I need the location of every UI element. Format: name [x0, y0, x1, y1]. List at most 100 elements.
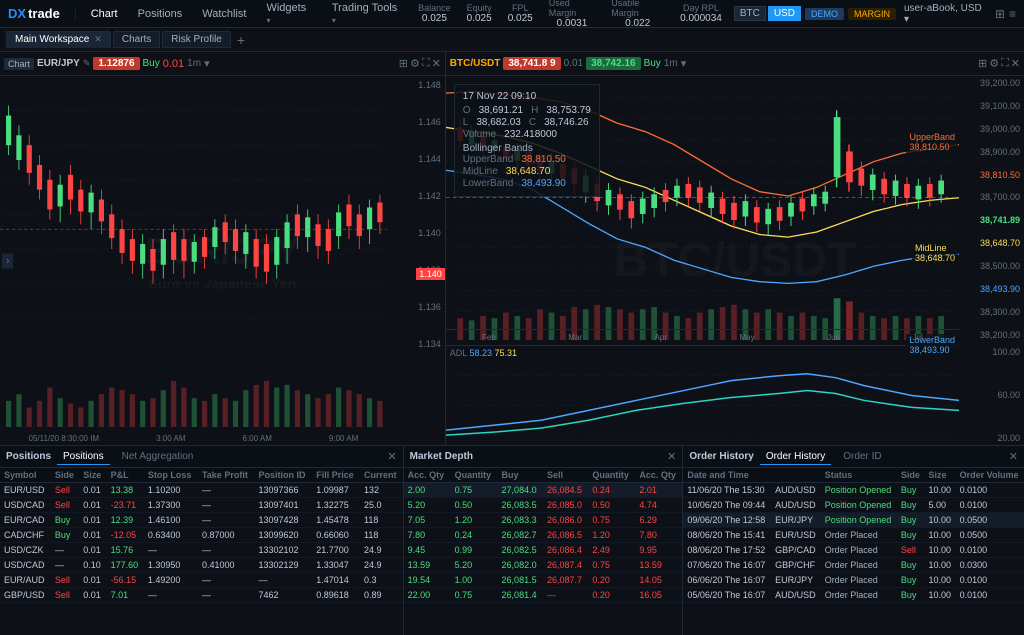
- table-row[interactable]: 19.54 1.00 26,081.5 26,087.7 0.20 14.05: [404, 573, 683, 588]
- currency-btc[interactable]: BTC: [734, 6, 766, 21]
- bottom-panels: Positions Positions Net Aggregation ✕ Sy…: [0, 445, 1024, 635]
- md-col-acc-qty: Acc. Qty: [404, 468, 451, 483]
- nav-chart[interactable]: Chart: [83, 6, 126, 22]
- table-row[interactable]: CAD/CHF Buy 0.01 -12.05 0.63400 0.87000 …: [0, 528, 403, 543]
- adl-price-axis: 100.00 60.00 20.00: [959, 345, 1024, 445]
- table-row[interactable]: GBP/USD Sell 0.01 7.01 — — 7462 0.89618 …: [0, 588, 403, 603]
- table-row[interactable]: 08/06/20 The 15:41 EUR/USD Order Placed …: [683, 528, 1024, 543]
- user-info[interactable]: user-aBook, USD ▾: [904, 3, 987, 25]
- nav-trading-tools[interactable]: Trading Tools ▾: [324, 0, 410, 28]
- tab-risk-profile[interactable]: Risk Profile: [162, 31, 231, 48]
- btcusdt-action[interactable]: Buy: [644, 58, 661, 69]
- currency-usd[interactable]: USD: [768, 6, 801, 21]
- logo: DXtrade: [8, 6, 60, 21]
- btc-settings-icon[interactable]: ⚙: [989, 57, 999, 70]
- col-stoploss: Stop Loss: [144, 468, 198, 483]
- table-row[interactable]: 7.80 0.24 26,082.7 26,086.5 1.20 7.80: [404, 528, 683, 543]
- table-row[interactable]: USD/CAD Sell 0.01 -23.71 1.37300 — 13097…: [0, 498, 403, 513]
- md-col-sell: Sell: [543, 468, 588, 483]
- table-row[interactable]: 11/06/20 The 15:30 AUD/USD Position Open…: [683, 483, 1024, 498]
- table-row[interactable]: 07/06/20 The 16:07 GBP/CHF Order Placed …: [683, 558, 1024, 573]
- tab-charts[interactable]: Charts: [113, 31, 160, 48]
- prev-candle-button[interactable]: ›: [2, 253, 13, 268]
- col-current: Current: [360, 468, 403, 483]
- tab-main-workspace[interactable]: Main Workspace ✕: [6, 31, 111, 48]
- positions-title: Positions: [6, 451, 51, 462]
- order-history-tab[interactable]: Order History: [760, 449, 831, 465]
- positions-tab[interactable]: Positions: [57, 449, 110, 465]
- col-size: Size: [79, 468, 106, 483]
- close-chart-icon[interactable]: ✕: [432, 57, 441, 70]
- eurjpy-chart-panel: Chart EUR/JPY ✎ 1.12876 Buy 0.01 1m ▾ ⊞ …: [0, 52, 446, 445]
- order-history-scroll[interactable]: Date and Time Status Side Size Order Vol…: [683, 468, 1024, 635]
- md-col-acc-qty2: Acc. Qty: [635, 468, 682, 483]
- col-pnl: P&L: [107, 468, 144, 483]
- market-depth-scroll[interactable]: Acc. Qty Quantity Buy Sell Quantity Acc.…: [404, 468, 683, 635]
- table-row[interactable]: 09/06/20 The 12:58 EUR/JPY Position Open…: [683, 513, 1024, 528]
- col-posid: Position ID: [254, 468, 312, 483]
- net-aggregation-tab[interactable]: Net Aggregation: [116, 449, 200, 464]
- table-row[interactable]: USD/CZK — 0.01 15.76 — — 13302102 21.770…: [0, 543, 403, 558]
- btc-expand-icon[interactable]: ⛶: [1001, 57, 1009, 70]
- btc-close-icon[interactable]: ✕: [1011, 57, 1020, 70]
- oh-col-side: Side: [897, 468, 925, 483]
- btc-draw-icon[interactable]: ⊞: [978, 57, 987, 70]
- oh-col-size: Size: [924, 468, 955, 483]
- currency-toggle[interactable]: BTC USD: [734, 6, 801, 21]
- table-row[interactable]: 05/06/20 The 16:07 AUD/USD Order Placed …: [683, 588, 1024, 603]
- market-depth-panel: Market Depth ✕ Acc. Qty Quantity Buy Sel…: [404, 446, 684, 635]
- order-history-close-button[interactable]: ✕: [1009, 450, 1018, 463]
- adl-svg: [446, 346, 959, 445]
- eurjpy-action[interactable]: Buy: [143, 58, 160, 69]
- stat-day-rpl: Day RPL 0.000034: [680, 3, 722, 24]
- table-row[interactable]: EUR/USD Sell 0.01 13.38 1.10200 — 130973…: [0, 483, 403, 498]
- market-depth-title: Market Depth: [410, 451, 473, 462]
- nav-positions[interactable]: Positions: [130, 6, 191, 22]
- positions-table-scroll[interactable]: Symbol Side Size P&L Stop Loss Take Prof…: [0, 468, 403, 635]
- table-row[interactable]: 08/06/20 The 17:52 GBP/CAD Order Placed …: [683, 543, 1024, 558]
- menu-icon[interactable]: ≡: [1009, 7, 1016, 21]
- grid-icon[interactable]: ⊞: [995, 7, 1005, 21]
- order-history-title: Order History: [689, 451, 753, 462]
- btcusdt-chart-body: 17 Nov 22 09:10 O38,691.21 H38,753.79 L3…: [446, 76, 1024, 445]
- nav-widgets[interactable]: Widgets ▾: [258, 0, 319, 28]
- main-charts-area: Chart EUR/JPY ✎ 1.12876 Buy 0.01 1m ▾ ⊞ …: [0, 52, 1024, 445]
- stat-equity: Equity 0.025: [467, 3, 492, 24]
- settings-icon[interactable]: ⚙: [410, 57, 420, 70]
- tab-bar: Main Workspace ✕ Charts Risk Profile +: [0, 28, 1024, 52]
- oh-col-volume: Order Volume: [956, 468, 1024, 483]
- table-row[interactable]: 2.00 0.75 27,084.0 26,084.5 0.24 2.01: [404, 483, 683, 498]
- table-row[interactable]: 22.00 0.75 26,081.4 — 0.20 16.05: [404, 588, 683, 603]
- btcusdt-price-badge: 38,742.16: [586, 57, 641, 70]
- table-row[interactable]: 10/06/20 The 09:44 AUD/USD Position Open…: [683, 498, 1024, 513]
- chart-type-label: Chart: [4, 58, 34, 70]
- expand-icon[interactable]: ⛶: [422, 57, 430, 70]
- table-row[interactable]: USD/CAD — 0.10 177.60 1.30950 0.41000 13…: [0, 558, 403, 573]
- eurjpy-timeframe[interactable]: 1m: [187, 58, 201, 69]
- add-tab-button[interactable]: +: [233, 32, 249, 48]
- table-row[interactable]: EUR/CAD Buy 0.01 12.39 1.46100 — 1309742…: [0, 513, 403, 528]
- market-depth-close-button[interactable]: ✕: [667, 450, 676, 463]
- md-col-buy: Buy: [498, 468, 543, 483]
- btcusdt-timeframe[interactable]: 1m: [664, 58, 678, 69]
- margin-badge: MARGIN: [848, 8, 896, 20]
- stat-fpl: FPL 0.025: [508, 3, 533, 24]
- table-row[interactable]: 06/06/20 The 16:07 EUR/JPY Order Placed …: [683, 573, 1024, 588]
- table-row[interactable]: 13.59 5.20 26,082.0 26,087.4 0.75 13.59: [404, 558, 683, 573]
- table-row[interactable]: EUR/AUD Sell 0.01 -56.15 1.49200 — — 1.4…: [0, 573, 403, 588]
- top-navigation: DXtrade | Chart Positions Watchlist Widg…: [0, 0, 1024, 28]
- order-id-tab[interactable]: Order ID: [837, 449, 887, 464]
- positions-close-button[interactable]: ✕: [387, 450, 396, 463]
- eurjpy-change: 0.01: [163, 58, 184, 70]
- btcusdt-pair-label: BTC/USDT: [450, 58, 501, 69]
- adl-panel: ADL 58.23 75.31: [446, 345, 959, 445]
- col-side: Side: [51, 468, 79, 483]
- table-row[interactable]: 7.05 1.20 26,083.3 26,086.0 0.75 6.29: [404, 513, 683, 528]
- stat-balance: Balance 0.025: [418, 3, 451, 24]
- tab-close-icon[interactable]: ✕: [94, 34, 102, 45]
- table-row[interactable]: 5.20 0.50 26,083.5 26,085.0 0.50 4.74: [404, 498, 683, 513]
- nav-watchlist[interactable]: Watchlist: [194, 6, 254, 22]
- col-symbol: Symbol: [0, 468, 51, 483]
- table-row[interactable]: 9.45 0.99 26,082.5 26,086.4 2.49 9.95: [404, 543, 683, 558]
- draw-icon[interactable]: ⊞: [399, 57, 408, 70]
